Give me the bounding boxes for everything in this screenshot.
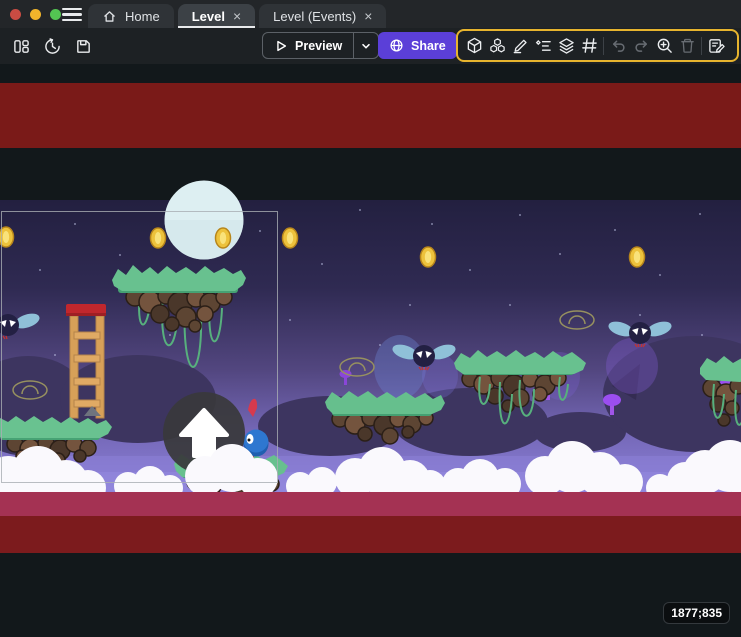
titlebar: Home Level × Level (Events) × xyxy=(0,0,741,28)
tab-bar: Home Level × Level (Events) × xyxy=(88,4,386,28)
grid-icon[interactable] xyxy=(580,37,598,55)
coin[interactable] xyxy=(151,228,166,248)
hamburger-menu-icon[interactable] xyxy=(62,8,82,21)
preview-button[interactable]: Preview xyxy=(262,32,379,59)
play-icon xyxy=(274,39,288,53)
tab-home[interactable]: Home xyxy=(88,4,174,28)
zoom-in-icon[interactable] xyxy=(655,37,673,55)
coin[interactable] xyxy=(283,228,298,248)
preview-label: Preview xyxy=(295,39,342,53)
coin[interactable] xyxy=(421,247,436,267)
objects-group-icon[interactable] xyxy=(488,37,506,55)
coin[interactable] xyxy=(630,247,645,267)
panels-icon[interactable] xyxy=(10,35,32,57)
edit-pencil-icon[interactable] xyxy=(511,37,529,55)
cursor-coordinates-badge: 1877;835 xyxy=(663,602,730,624)
tab-level[interactable]: Level × xyxy=(178,4,255,28)
instances-list-icon[interactable] xyxy=(534,37,552,55)
coin[interactable] xyxy=(216,228,231,248)
moon[interactable] xyxy=(165,181,244,260)
toolbar-divider xyxy=(701,37,702,55)
undo-icon xyxy=(609,37,627,55)
scene-tools-highlight xyxy=(456,29,739,62)
tab-label: Home xyxy=(125,9,160,24)
close-tab-icon[interactable]: × xyxy=(233,9,241,23)
history-icon[interactable] xyxy=(41,35,63,57)
pink-band[interactable] xyxy=(0,492,741,516)
edit-scene-icon[interactable] xyxy=(707,37,725,55)
globe-icon xyxy=(389,38,404,53)
scene-render xyxy=(0,64,741,637)
home-icon xyxy=(102,9,117,24)
coin[interactable] xyxy=(0,227,14,247)
layers-icon[interactable] xyxy=(557,37,575,55)
zoom-window-button[interactable] xyxy=(50,9,61,20)
tab-label: Level (Events) xyxy=(273,9,356,24)
red-band-bottom[interactable] xyxy=(0,516,741,553)
toolbar-divider xyxy=(603,37,604,55)
traffic-lights xyxy=(10,9,61,20)
minimize-window-button[interactable] xyxy=(30,9,41,20)
trash-icon xyxy=(678,37,696,55)
close-window-button[interactable] xyxy=(10,9,21,20)
object-cube-icon[interactable] xyxy=(465,37,483,55)
toolbar: Preview Share xyxy=(0,28,741,64)
share-label: Share xyxy=(411,39,446,53)
scene-editor-canvas[interactable]: 1877;835 xyxy=(0,64,741,637)
tab-level-events[interactable]: Level (Events) × xyxy=(259,4,386,28)
chevron-down-icon xyxy=(360,40,372,52)
preview-dropdown-button[interactable] xyxy=(353,33,378,58)
save-icon[interactable] xyxy=(72,35,94,57)
redo-icon xyxy=(632,37,650,55)
red-band-top[interactable] xyxy=(0,83,741,148)
share-button[interactable]: Share xyxy=(378,32,457,59)
close-tab-icon[interactable]: × xyxy=(364,9,372,23)
tab-label: Level xyxy=(192,9,225,24)
